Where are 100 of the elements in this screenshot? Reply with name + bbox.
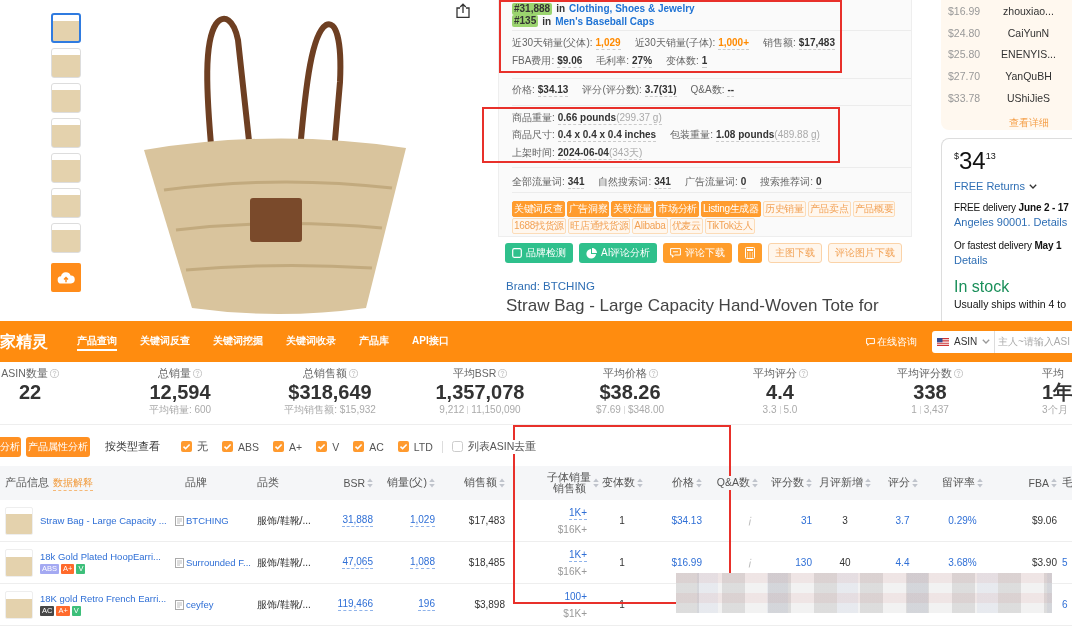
- table-link[interactable]: 6: [1062, 599, 1068, 610]
- sort-icon[interactable]: [1051, 478, 1057, 488]
- table-link[interactable]: $16.99: [671, 557, 702, 568]
- help-icon[interactable]: [798, 369, 808, 378]
- product-title-link[interactable]: Straw Bag - Large Capacity ...: [40, 515, 167, 526]
- table-link[interactable]: 31,888: [342, 514, 373, 527]
- table-link[interactable]: 1K+: [568, 506, 587, 520]
- category-link[interactable]: Men's Baseball Caps: [555, 15, 655, 27]
- field-value: $34.13: [537, 83, 569, 97]
- sort-icon[interactable]: [499, 478, 505, 488]
- sort-icon[interactable]: [752, 478, 758, 488]
- sort-icon[interactable]: [806, 478, 812, 488]
- table-link[interactable]: 1,029: [409, 514, 435, 527]
- table-link[interactable]: 196: [418, 598, 435, 611]
- sort-icon[interactable]: [977, 478, 983, 488]
- document-icon[interactable]: [175, 515, 184, 526]
- table-link[interactable]: 119,466: [337, 598, 373, 611]
- stat-value: 338: [913, 380, 947, 404]
- category-link[interactable]: Clothing, Shoes & Jewelry: [569, 3, 695, 14]
- table-link[interactable]: 130: [795, 557, 812, 568]
- table-link[interactable]: 100+: [564, 590, 587, 604]
- checkbox[interactable]: [451, 441, 463, 452]
- column-header[interactable]: 留评率: [942, 476, 975, 490]
- sort-icon[interactable]: [367, 478, 373, 488]
- table-link[interactable]: 3.68%: [948, 557, 977, 568]
- seller-name[interactable]: ENENYIS...: [1001, 48, 1056, 61]
- field-label: Q&A数:: [690, 83, 725, 97]
- brand-link[interactable]: BTCHING: [186, 515, 229, 526]
- sort-icon[interactable]: [865, 478, 871, 488]
- table-link[interactable]: 31: [800, 515, 812, 526]
- checkbox[interactable]: [181, 441, 192, 452]
- checkbox[interactable]: [397, 441, 409, 452]
- product-title-link[interactable]: 18K gold Retro French Earri...: [40, 593, 167, 604]
- column-header[interactable]: Q&A数: [716, 476, 750, 490]
- flag-icon: [937, 337, 949, 346]
- seller-name[interactable]: CaiYunN: [1007, 26, 1050, 39]
- checkbox[interactable]: [222, 441, 233, 452]
- share-icon[interactable]: [456, 3, 470, 18]
- checkbox[interactable]: [273, 441, 284, 452]
- brand-link[interactable]: Surrounded F...: [186, 557, 251, 568]
- brand-link[interactable]: Brand: BTCHING: [506, 279, 595, 293]
- checkbox[interactable]: [353, 441, 365, 452]
- category-text: 服饰/鞋靴/...: [257, 513, 311, 528]
- upload-button[interactable]: [51, 263, 81, 292]
- product-title-link[interactable]: 18k Gold Plated HoopEarri...: [40, 551, 161, 562]
- document-icon[interactable]: [175, 557, 184, 568]
- table-link[interactable]: $34.13: [671, 515, 702, 526]
- column-header[interactable]: 子体销量 销售额: [547, 472, 591, 494]
- table-link[interactable]: 3.7: [895, 515, 910, 526]
- column-header[interactable]: 销量(父): [387, 476, 427, 490]
- table-link[interactable]: 47,065: [342, 556, 373, 569]
- help-icon[interactable]: [348, 369, 358, 378]
- product-thumbnail[interactable]: [5, 590, 33, 619]
- table-link[interactable]: 1,088: [409, 556, 435, 569]
- column-header[interactable]: 评分: [887, 476, 910, 490]
- rank-tag: #31,888: [512, 2, 553, 15]
- column-header: 产品信息: [5, 476, 49, 490]
- field-value: 341: [567, 174, 585, 189]
- table-cell: $3.90: [1031, 557, 1057, 568]
- brand-link[interactable]: ceyfey: [186, 599, 214, 610]
- sort-icon[interactable]: [429, 478, 435, 488]
- table-link[interactable]: 0.29%: [948, 515, 977, 526]
- column-header[interactable]: 变体数: [601, 476, 635, 490]
- product-thumbnail[interactable]: [5, 548, 33, 577]
- table-link[interactable]: 4.4: [895, 557, 910, 568]
- seller-name[interactable]: zhouxiao...: [1003, 4, 1054, 17]
- field-label: 搜索推荐词:: [760, 174, 814, 189]
- column-header[interactable]: BSR: [343, 477, 365, 489]
- column-header[interactable]: 评分数: [771, 476, 804, 490]
- column-header[interactable]: 销售额: [464, 476, 497, 490]
- calculator-button[interactable]: [738, 243, 763, 263]
- details-link[interactable]: Details: [954, 253, 988, 267]
- stat-label: 平均价格: [602, 366, 647, 381]
- details-link[interactable]: Angeles 90001. Details: [954, 215, 1068, 229]
- help-icon[interactable]: [193, 369, 202, 378]
- table-link[interactable]: 5: [1062, 557, 1068, 568]
- help-icon[interactable]: [49, 369, 59, 378]
- search-field[interactable]: 主人~请输入ASI: [994, 330, 1072, 353]
- search-type-select[interactable]: ASIN: [932, 330, 994, 353]
- help-icon[interactable]: [498, 369, 508, 378]
- thumbnail[interactable]: [51, 13, 81, 43]
- help-icon[interactable]: [648, 369, 658, 378]
- sort-icon[interactable]: [593, 478, 599, 488]
- document-icon[interactable]: [175, 599, 184, 610]
- info-icon[interactable]: [748, 557, 752, 568]
- column-header[interactable]: 月评新增: [819, 476, 863, 490]
- table-link[interactable]: 1K+: [568, 548, 587, 562]
- checkbox[interactable]: [316, 441, 328, 452]
- column-header[interactable]: 价格: [672, 476, 694, 490]
- field-label: 自然搜索词:: [598, 174, 652, 189]
- help-icon[interactable]: [954, 369, 963, 378]
- table-cell: 1: [619, 515, 625, 526]
- info-icon[interactable]: [748, 515, 752, 526]
- seller-name[interactable]: UShiJieS: [1006, 91, 1051, 104]
- product-thumbnail[interactable]: [5, 506, 33, 535]
- field-value: --: [727, 83, 735, 97]
- sort-icon[interactable]: [696, 478, 702, 488]
- returns-link[interactable]: FREE Returns: [954, 179, 1037, 193]
- column-header[interactable]: FBA: [1028, 477, 1049, 489]
- seller-name[interactable]: YanQuBH: [1005, 70, 1052, 83]
